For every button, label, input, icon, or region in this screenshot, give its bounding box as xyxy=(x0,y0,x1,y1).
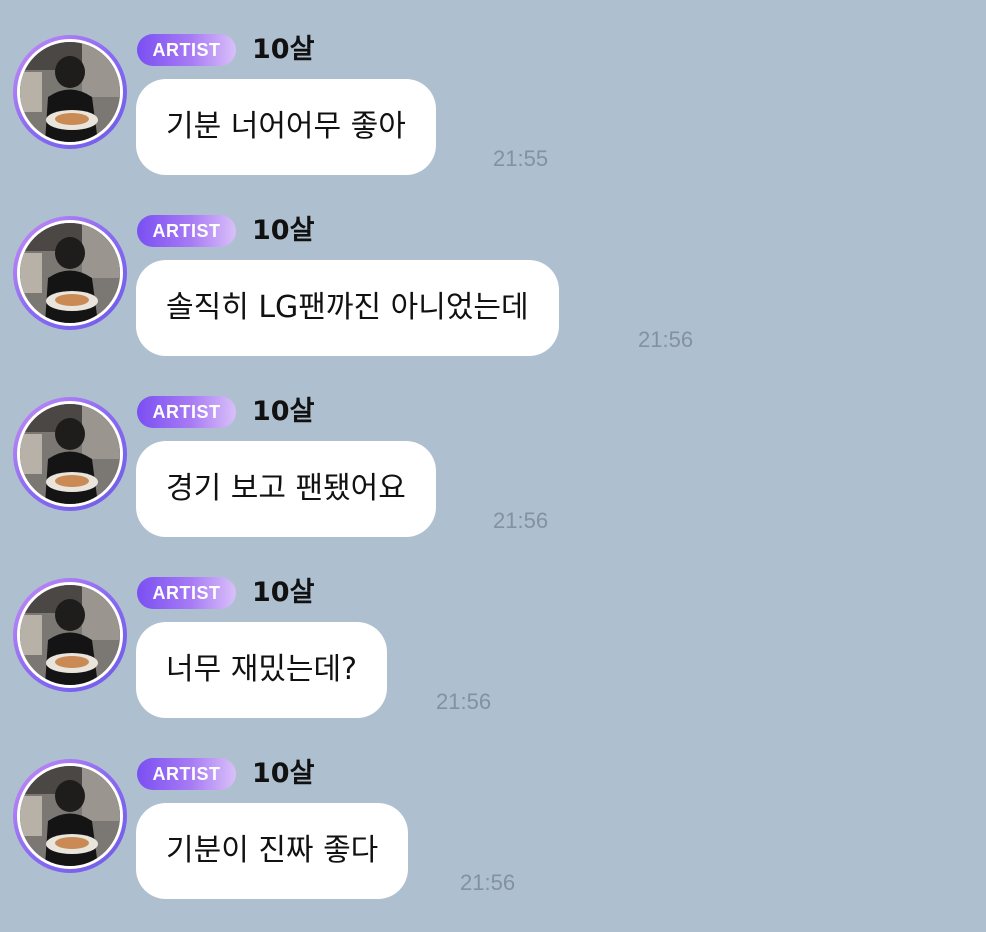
avatar-photo xyxy=(17,582,123,688)
avatar-photo xyxy=(17,220,123,326)
artist-avatar[interactable] xyxy=(13,397,127,511)
sender-name: 10살 xyxy=(252,34,315,65)
sender-name: 10살 xyxy=(252,396,315,427)
artist-badge: ARTIST xyxy=(137,577,236,609)
message-bubble[interactable]: 경기 보고 팬됐어요 xyxy=(136,441,436,537)
sender-name: 10살 xyxy=(252,215,315,246)
message-time: 21:56 xyxy=(436,689,492,714)
chat-message: ARTIST 10살 경기 보고 팬됐어요 21:56 xyxy=(0,362,986,542)
artist-avatar[interactable] xyxy=(13,35,127,149)
artist-badge: ARTIST xyxy=(137,758,236,790)
sender-name: 10살 xyxy=(252,577,315,608)
artist-badge: ARTIST xyxy=(137,396,236,428)
chat-message: ARTIST 10살 너무 재밌는데? 21:56 xyxy=(0,543,986,723)
message-bubble[interactable]: 기분이 진짜 좋다 xyxy=(136,803,409,899)
message-time: 21:55 xyxy=(493,146,549,171)
message-time: 21:56 xyxy=(493,508,549,533)
artist-badge: ARTIST xyxy=(137,34,236,66)
artist-badge: ARTIST xyxy=(137,215,236,247)
message-bubble[interactable]: 너무 재밌는데? xyxy=(136,622,388,718)
message-time: 21:56 xyxy=(638,327,694,352)
avatar-photo xyxy=(17,39,123,145)
chat-message: ARTIST 10살 솔직히 LG팬까진 아니었는데 21:56 xyxy=(0,181,986,361)
message-bubble[interactable]: 솔직히 LG팬까진 아니었는데 xyxy=(136,260,559,356)
artist-avatar[interactable] xyxy=(13,759,127,873)
chat-message: ARTIST 10살 기분이 진짜 좋다 21:56 xyxy=(0,724,986,904)
artist-avatar[interactable] xyxy=(13,578,127,692)
artist-avatar[interactable] xyxy=(13,216,127,330)
message-time: 21:56 xyxy=(460,870,516,895)
avatar-photo xyxy=(17,763,123,869)
message-bubble[interactable]: 기분 너어어무 좋아 xyxy=(136,79,436,175)
chat-message: ARTIST 10살 기분 너어어무 좋아 21:55 xyxy=(0,0,986,180)
sender-name: 10살 xyxy=(252,758,315,789)
avatar-photo xyxy=(17,401,123,507)
